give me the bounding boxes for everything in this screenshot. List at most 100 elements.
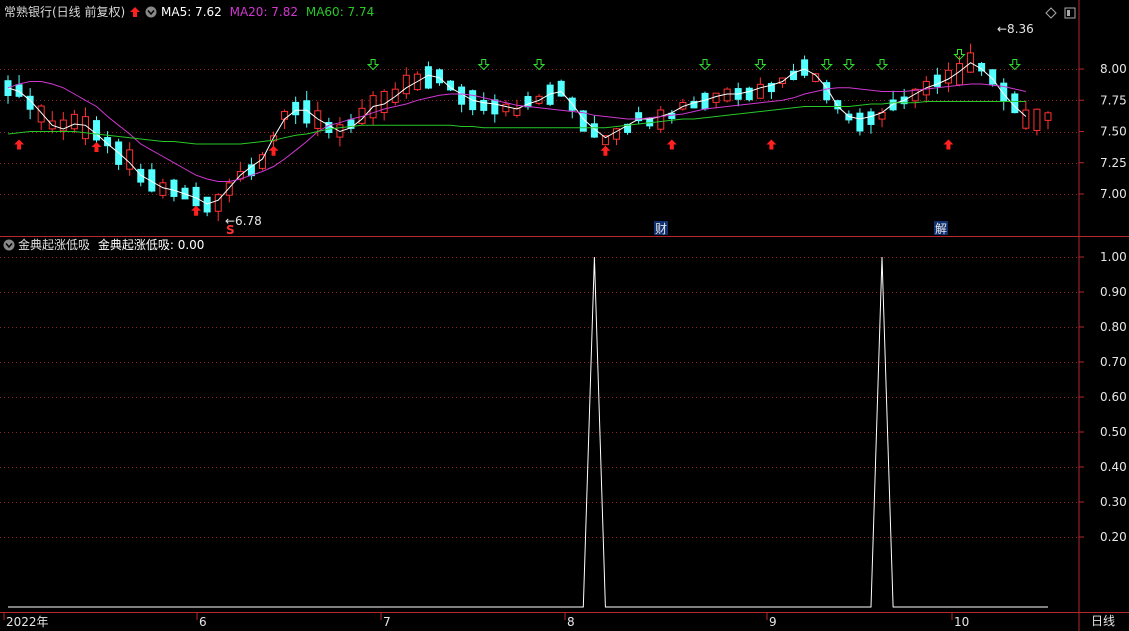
ma-legend: MA5: 7.62 MA20: 7.82 MA60: 7.74 [161,5,374,19]
candle [59,111,67,141]
candle [878,108,886,128]
candle [93,116,101,144]
ma-line-ma60 [7,101,1026,145]
candle-body [601,135,609,146]
x-axis-labels: 2022年 6 7 8 9 10 [3,612,969,629]
sell-arrow-icon [477,59,490,71]
candle-body [922,80,930,96]
ind-tick-label-3: 0.70 [1100,355,1127,369]
candle [292,96,300,124]
price-tick-label-1: 7.75 [1100,93,1127,107]
ind-tick-label-8: 0.20 [1100,530,1127,544]
ind-tick-label-7: 0.30 [1100,495,1127,509]
candle [845,110,853,124]
buy-arrow-icon [191,205,202,216]
candle-body [303,100,311,124]
candle-body [790,70,798,81]
candle-body [325,121,333,133]
period-button[interactable]: 日线 [1091,614,1115,628]
candle [889,90,897,112]
candle-body [535,95,543,104]
candle-body [834,100,842,110]
candle [767,81,775,99]
candle [358,98,366,126]
candle-body [93,120,101,141]
chevron-down-icon[interactable] [145,6,157,18]
candle-body [657,109,665,130]
candle-body [59,119,67,132]
candle [679,98,687,111]
candle [590,115,598,138]
x-tick-label-3: 8 [567,615,575,629]
candle [535,94,543,106]
candle [115,138,123,170]
diamond-icon[interactable] [1045,7,1057,19]
candle-body [104,137,112,147]
candle-body [292,101,300,116]
candle [911,87,919,109]
x-tick-label-5: 10 [954,615,969,629]
ma-line-ma20 [7,81,1027,182]
candle [745,86,753,102]
up-arrow-icon [130,7,140,17]
candle [203,196,211,217]
candle [812,72,820,83]
candle [402,67,410,99]
candle [989,69,997,87]
candle [81,107,89,146]
candle-body [447,80,455,91]
candle-body [181,187,189,200]
candle-body [247,164,255,177]
candle-body [270,135,278,142]
candle-body [236,171,244,180]
candle-body [668,112,676,120]
buy-arrow-icon [91,142,102,152]
candle-body [823,82,831,101]
sell-arrow-icon [953,49,966,61]
candle-body [37,105,45,123]
candle [270,131,278,147]
candle [37,104,45,131]
ind-tick-label-5: 0.50 [1100,425,1127,439]
candle [447,80,455,92]
candle-body [878,112,886,120]
candle [380,89,388,121]
candle-body [955,63,963,86]
candle-body [712,92,720,103]
candle [657,106,665,133]
candle-body [1044,112,1052,121]
candle [192,182,200,208]
candle-body [258,154,266,169]
sell-arrow-icon [754,59,767,71]
candle-body [4,80,12,96]
candle-body [933,74,941,87]
ind-tick-label-1: 0.90 [1100,285,1127,299]
sell-arrow-icon [875,59,889,71]
candle [778,77,786,88]
window-icon[interactable] [1064,7,1076,19]
candle [635,106,643,125]
candle [1022,100,1030,130]
candle [933,67,941,94]
candle [1044,111,1052,130]
candle-body [568,97,576,111]
ma-lines [7,62,1027,205]
candle [170,178,178,202]
stock-title: 常熟银行(日线 前复权) [4,5,126,19]
ma5-label: MA5: 7.62 [161,5,222,19]
sell-arrow-icon [842,59,856,71]
candle [225,178,233,203]
candle [48,111,56,134]
candle [756,77,764,99]
low-price-label: ←6.78 [225,214,262,228]
candle-body [137,168,145,183]
candle [303,90,311,128]
candle-body [557,80,565,97]
candle-body [646,118,654,127]
candle-body [225,182,233,196]
unlock-event-mark-bg [934,221,948,235]
candle-body [967,52,975,73]
candle-body [126,149,134,170]
indicator-chevron-icon[interactable] [3,239,15,251]
candle [978,62,986,76]
